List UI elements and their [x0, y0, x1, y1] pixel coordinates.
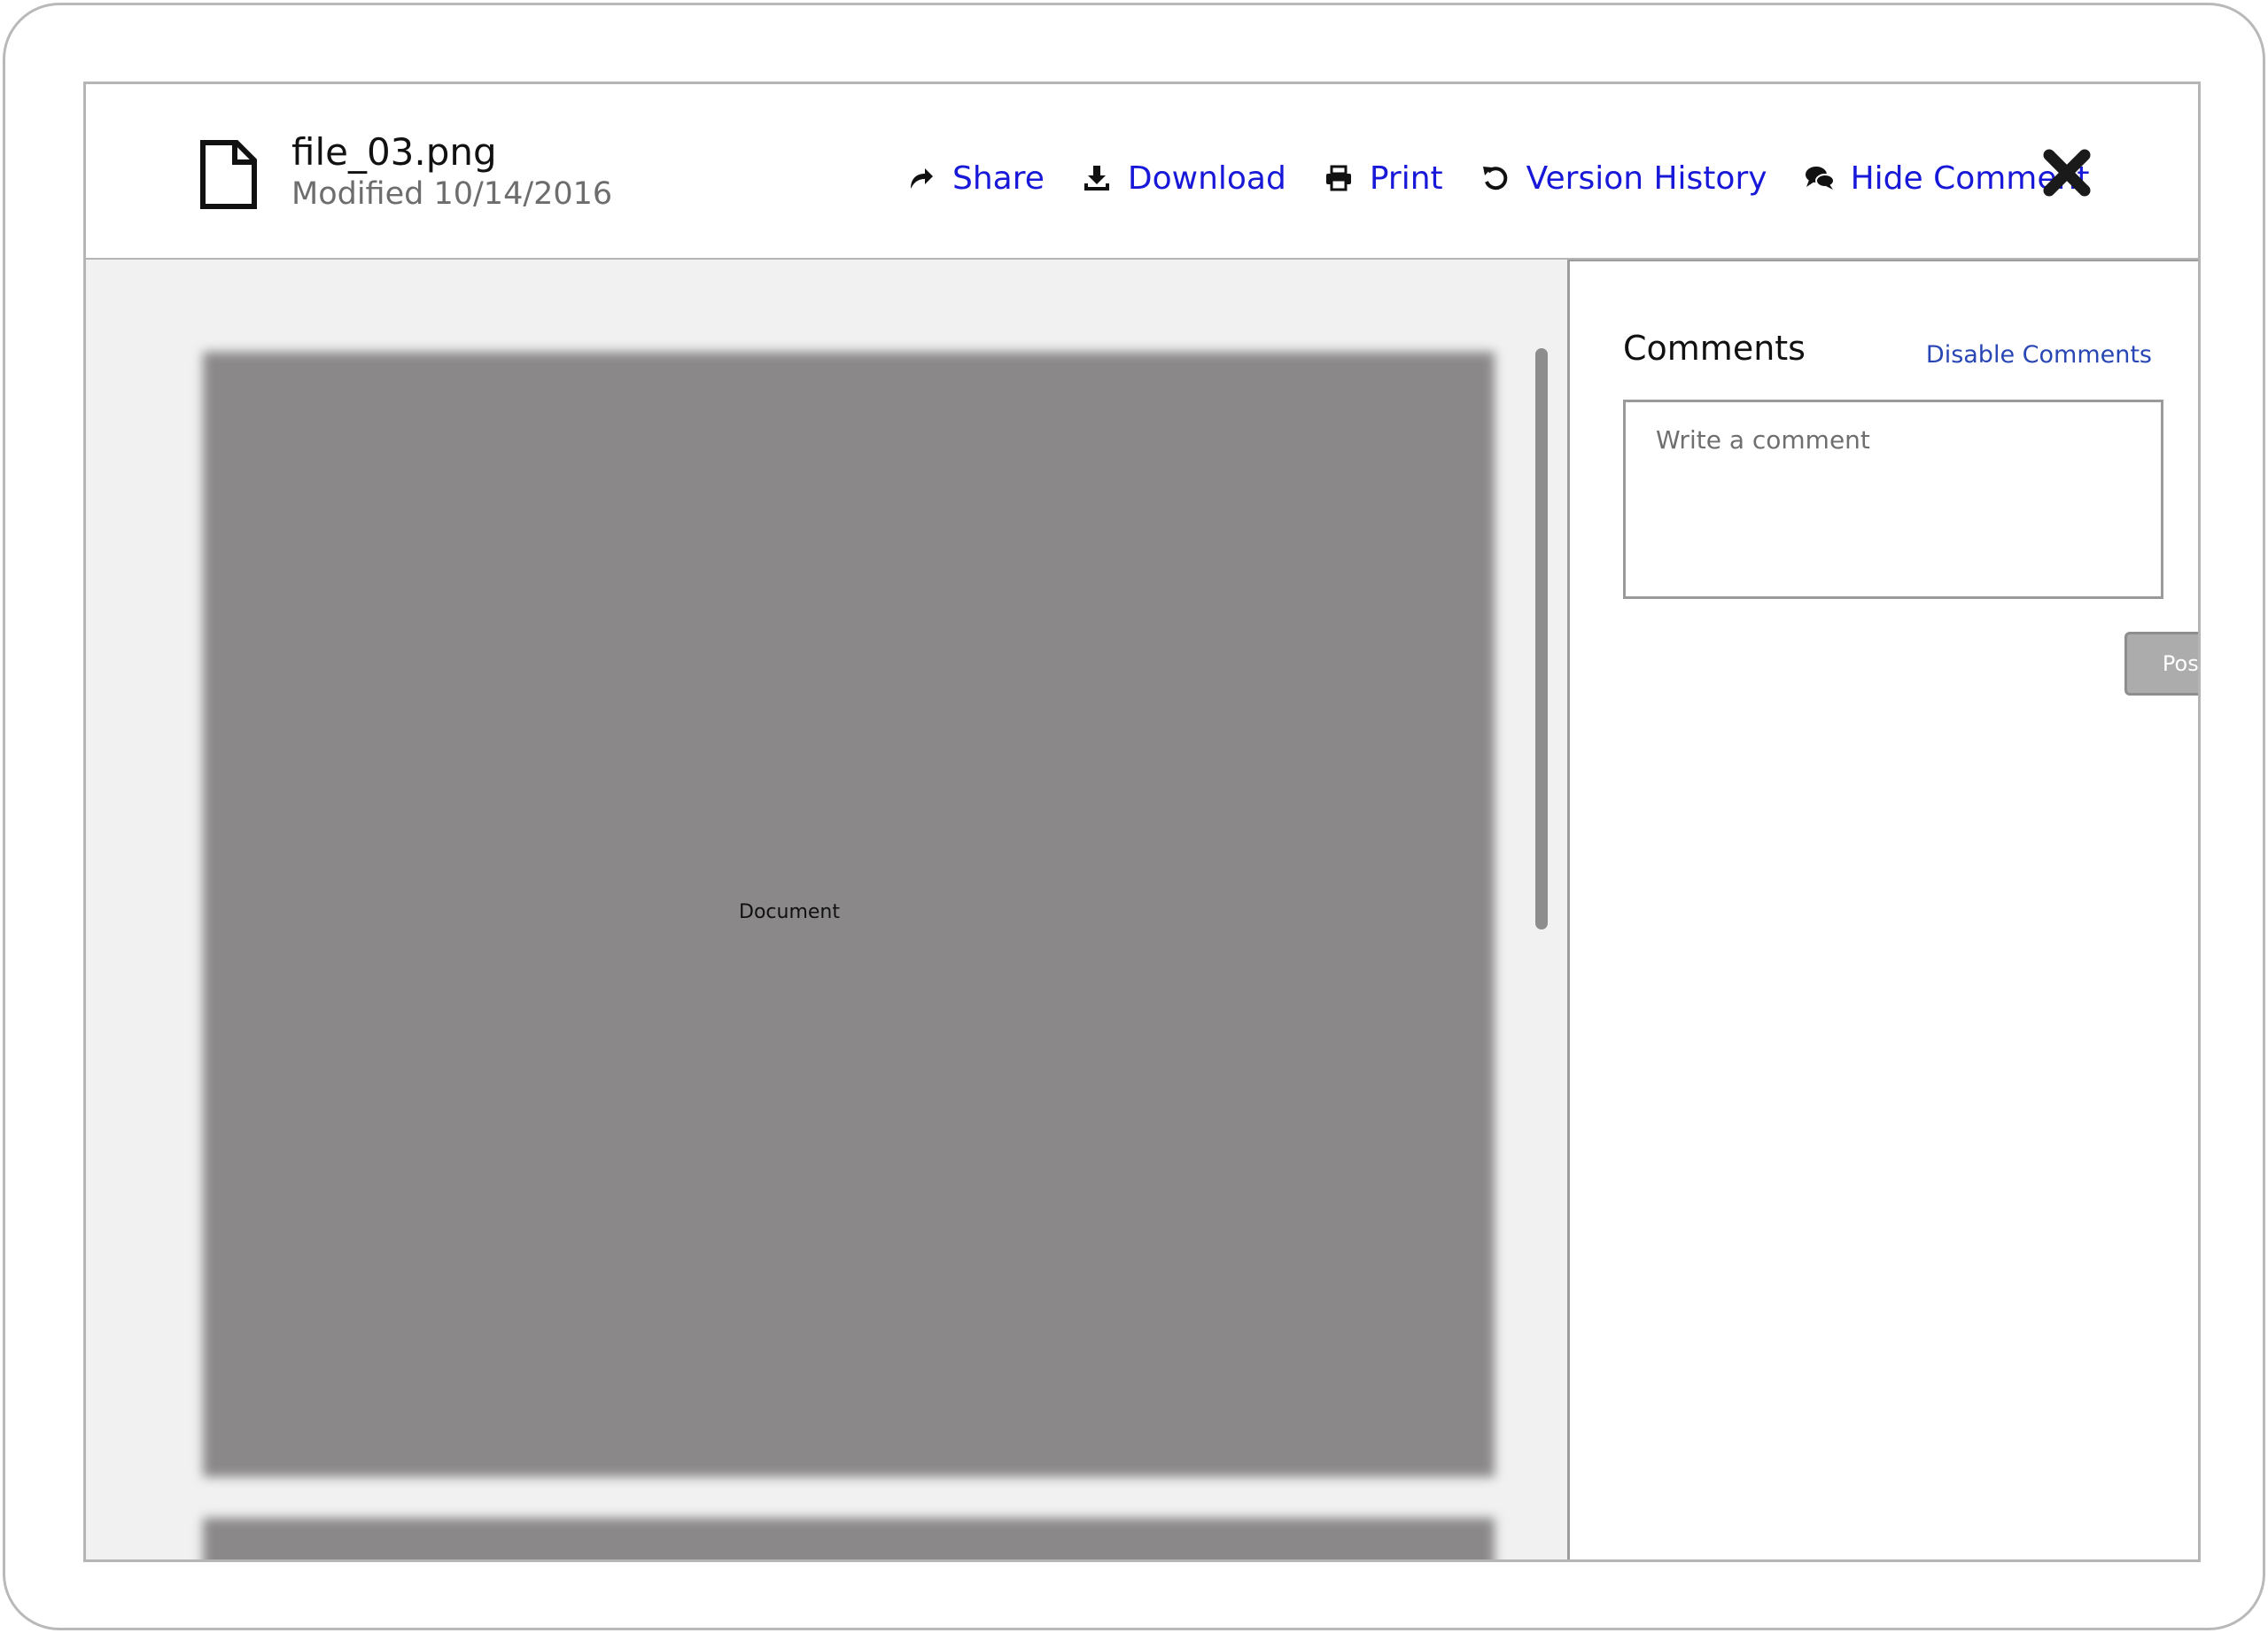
download-icon	[1082, 163, 1112, 193]
download-button[interactable]: Download	[1082, 160, 1286, 197]
file-icon	[200, 140, 257, 209]
comments-icon	[1805, 163, 1835, 193]
share-label: Share	[952, 159, 1045, 197]
file-preview-window: file_03.png Modified 10/14/2016 Share Do…	[83, 82, 2201, 1562]
device-frame: file_03.png Modified 10/14/2016 Share Do…	[3, 3, 2265, 1630]
comment-input[interactable]	[1623, 400, 2163, 599]
print-label: Print	[1369, 159, 1443, 197]
close-button[interactable]	[2040, 146, 2093, 199]
version-history-label: Version History	[1526, 159, 1767, 197]
download-label: Download	[1127, 159, 1286, 197]
file-name: file_03.png	[291, 130, 497, 174]
comments-title: Comments	[1623, 329, 1806, 368]
history-icon	[1480, 163, 1511, 193]
viewer-scrollbar[interactable]	[1535, 348, 1548, 929]
post-button[interactable]: Post	[2124, 632, 2198, 696]
print-button[interactable]: Print	[1324, 160, 1443, 197]
close-icon	[2043, 149, 2091, 197]
document-viewer: Document	[86, 260, 1567, 1559]
share-icon	[906, 163, 936, 193]
document-page-next	[203, 1518, 1495, 1559]
document-label: Document	[739, 901, 840, 923]
file-modified-date: Modified 10/14/2016	[291, 176, 613, 212]
toolbar: Share Download Print Version History Hid…	[906, 152, 2126, 205]
print-icon	[1324, 163, 1354, 193]
comments-panel: Comments Disable Comments Post	[1567, 260, 2198, 1559]
disable-comments-link[interactable]: Disable Comments	[1926, 341, 2152, 369]
preview-header: file_03.png Modified 10/14/2016 Share Do…	[86, 84, 2198, 260]
share-button[interactable]: Share	[906, 160, 1045, 197]
version-history-button[interactable]: Version History	[1480, 160, 1767, 197]
